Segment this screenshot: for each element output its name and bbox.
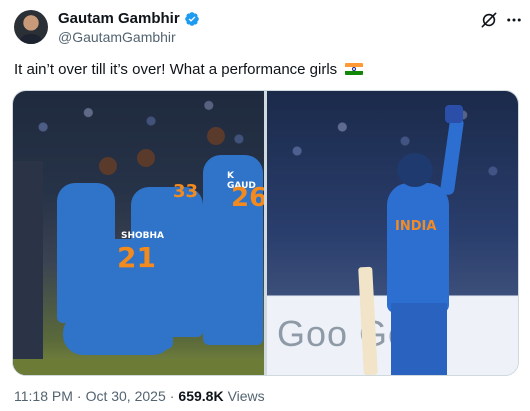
meta-separator: ·	[169, 388, 175, 404]
batter-body	[387, 183, 449, 313]
grok-icon[interactable]	[479, 10, 499, 30]
player-head	[207, 127, 225, 145]
tweet-time[interactable]: 11:18 PM	[14, 388, 73, 404]
tweet-meta: 11:18 PM · Oct 30, 2025 · 659.8K Views	[14, 388, 265, 404]
pitch-grass	[13, 359, 264, 375]
player-head	[99, 157, 117, 175]
author-handle[interactable]: @GautamGambhir	[58, 29, 176, 45]
cameraman	[13, 161, 43, 375]
batting-glove	[445, 105, 463, 123]
more-icon[interactable]	[504, 10, 524, 30]
jersey-india-text: INDIA	[395, 219, 437, 234]
avatar[interactable]	[14, 10, 48, 44]
jersey-number: 21	[117, 241, 156, 274]
india-flag-icon	[345, 63, 364, 75]
meta-separator: ·	[76, 388, 82, 404]
batter-pads	[391, 303, 447, 375]
tweet-date[interactable]: Oct 30, 2025	[86, 388, 166, 404]
jersey-number: 26	[231, 183, 264, 213]
views-count[interactable]: 659.8K	[178, 388, 223, 404]
media-grid: 33 K GAUD 26 SHOBHA 21 Goo Ge INDIA	[12, 90, 519, 376]
player-head	[137, 149, 155, 167]
verified-icon	[184, 12, 199, 26]
photo-batter-celebrating[interactable]: Goo Ge INDIA	[267, 91, 518, 375]
tweet-text: It ain’t over till it’s over! What a per…	[14, 60, 364, 80]
author-name-row: Gautam Gambhir	[58, 10, 200, 28]
photo-team-huddle[interactable]: 33 K GAUD 26 SHOBHA 21	[13, 91, 264, 375]
advertising-board-text: Goo Ge	[277, 313, 410, 354]
tweet-text-content: It ain’t over till it’s over! What a per…	[14, 61, 338, 78]
views-label: Views	[227, 388, 265, 404]
batter-helmet	[397, 153, 433, 187]
jersey-name: SHOBHA	[121, 231, 165, 241]
player-figure	[63, 313, 173, 355]
jersey-number: 33	[173, 181, 199, 202]
author-display-name[interactable]: Gautam Gambhir	[58, 10, 180, 28]
